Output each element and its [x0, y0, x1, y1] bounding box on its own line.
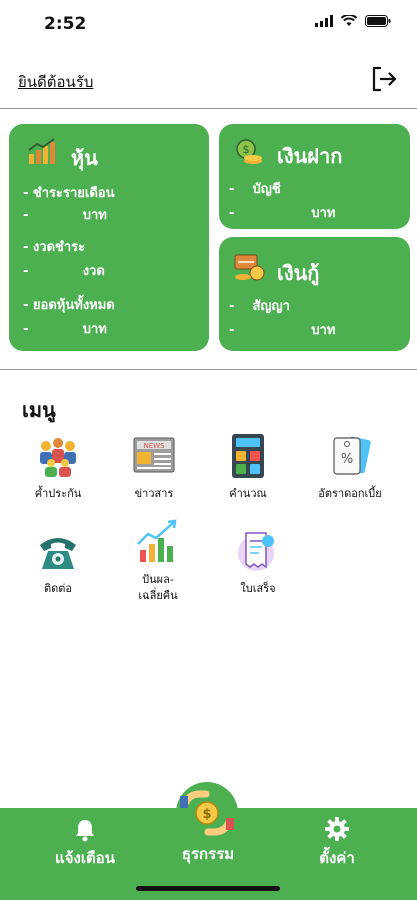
menu-item-label: ปันผล- เฉลี่ยคืน: [138, 573, 178, 602]
tab-notifications-label: แจ้งเตือน: [55, 849, 115, 867]
status-time: 2:52: [44, 14, 87, 34]
shares-card[interactable]: หุ้น - ชำระรายเดือน - บาท - งวดชำระ - งว…: [9, 124, 209, 351]
menu-item-calculate[interactable]: คำนวณ: [203, 432, 293, 502]
deposit-card[interactable]: $ เงินฝาก - บัญชี - บาท: [219, 124, 410, 229]
shares-line: - งวด: [23, 264, 105, 279]
home-indicator: [136, 886, 280, 891]
bell-icon: [76, 820, 94, 842]
svg-text:$: $: [243, 143, 250, 156]
menu-item-label: คำนวณ: [229, 487, 267, 500]
gear-icon: [325, 817, 349, 841]
menu-item-receipt[interactable]: ใบเสร็จ: [213, 527, 303, 597]
shares-line: - ชำระรายเดือน: [23, 186, 115, 201]
growth-chart-icon: [137, 519, 177, 562]
calculator-icon: [232, 434, 264, 478]
signal-icon: [315, 15, 333, 27]
receipt-icon: [238, 532, 274, 571]
menu-item-label: ใบเสร็จ: [240, 582, 276, 595]
svg-text:NEWS: NEWS: [143, 442, 165, 450]
money-exchange-icon: $: [180, 790, 234, 836]
transactions-button[interactable]: $: [176, 782, 238, 844]
deposit-icon: $: [236, 139, 262, 164]
menu-item-label: ค้ำประกัน: [34, 487, 82, 500]
tab-transactions-label[interactable]: ธุรกรรม: [168, 842, 248, 866]
menu-item-label: ติดต่อ: [43, 582, 73, 595]
menu-item-news[interactable]: NEWS ข่าวสาร: [109, 432, 199, 502]
tab-settings[interactable]: ตั้งค่า: [300, 816, 374, 870]
shares-icon: [28, 138, 55, 164]
menu-item-guarantor[interactable]: ค้ำประกัน: [13, 432, 103, 502]
deposit-line: - บัญชี: [229, 182, 281, 197]
menu-item-dividend[interactable]: ปันผล- เฉลี่ยคืน: [113, 518, 203, 604]
header: ยินดีต้อนรับ: [0, 52, 417, 109]
shares-line: - ยอดหุ้นทั้งหมด: [23, 298, 115, 313]
wifi-icon: [341, 15, 357, 26]
status-icons: [315, 15, 391, 27]
battery-icon: [365, 15, 391, 27]
shares-title: หุ้น: [71, 146, 98, 170]
svg-text:%: %: [341, 452, 353, 467]
status-bar: 2:52: [0, 0, 417, 48]
tab-settings-label: ตั้งค่า: [319, 849, 355, 867]
menu-item-interest-rate[interactable]: % อัตราดอกเบี้ย: [305, 432, 395, 502]
loan-line: - บาท: [229, 323, 336, 338]
newspaper-icon: NEWS: [133, 437, 175, 473]
deposit-line: - บาท: [229, 206, 336, 221]
loan-card[interactable]: เงินกู้ - สัญญา - บาท: [219, 237, 410, 351]
deposit-title: เงินฝาก: [277, 144, 343, 168]
section-divider: [0, 369, 417, 370]
guarantor-people-icon: [40, 438, 76, 477]
svg-text:$: $: [202, 807, 211, 822]
shares-line: - บาท: [23, 322, 107, 337]
menu-item-contact[interactable]: ติดต่อ: [13, 527, 103, 597]
menu-item-label: อัตราดอกเบี้ย: [318, 487, 382, 500]
tab-notifications[interactable]: แจ้งเตือน: [48, 818, 122, 870]
menu-title: เมนู: [22, 398, 56, 422]
logout-icon[interactable]: [369, 64, 399, 94]
loan-title: เงินกู้: [277, 261, 320, 285]
loan-icon: [234, 254, 265, 281]
menu-item-label: ข่าวสาร: [134, 487, 174, 500]
shares-line: - งวดชำระ: [23, 240, 86, 255]
telephone-icon: [40, 538, 76, 569]
loan-line: - สัญญา: [229, 299, 290, 314]
interest-rate-tag-icon: %: [333, 436, 371, 475]
welcome-text: ยินดีต้อนรับ: [18, 73, 94, 91]
shares-line: - บาท: [23, 208, 107, 223]
